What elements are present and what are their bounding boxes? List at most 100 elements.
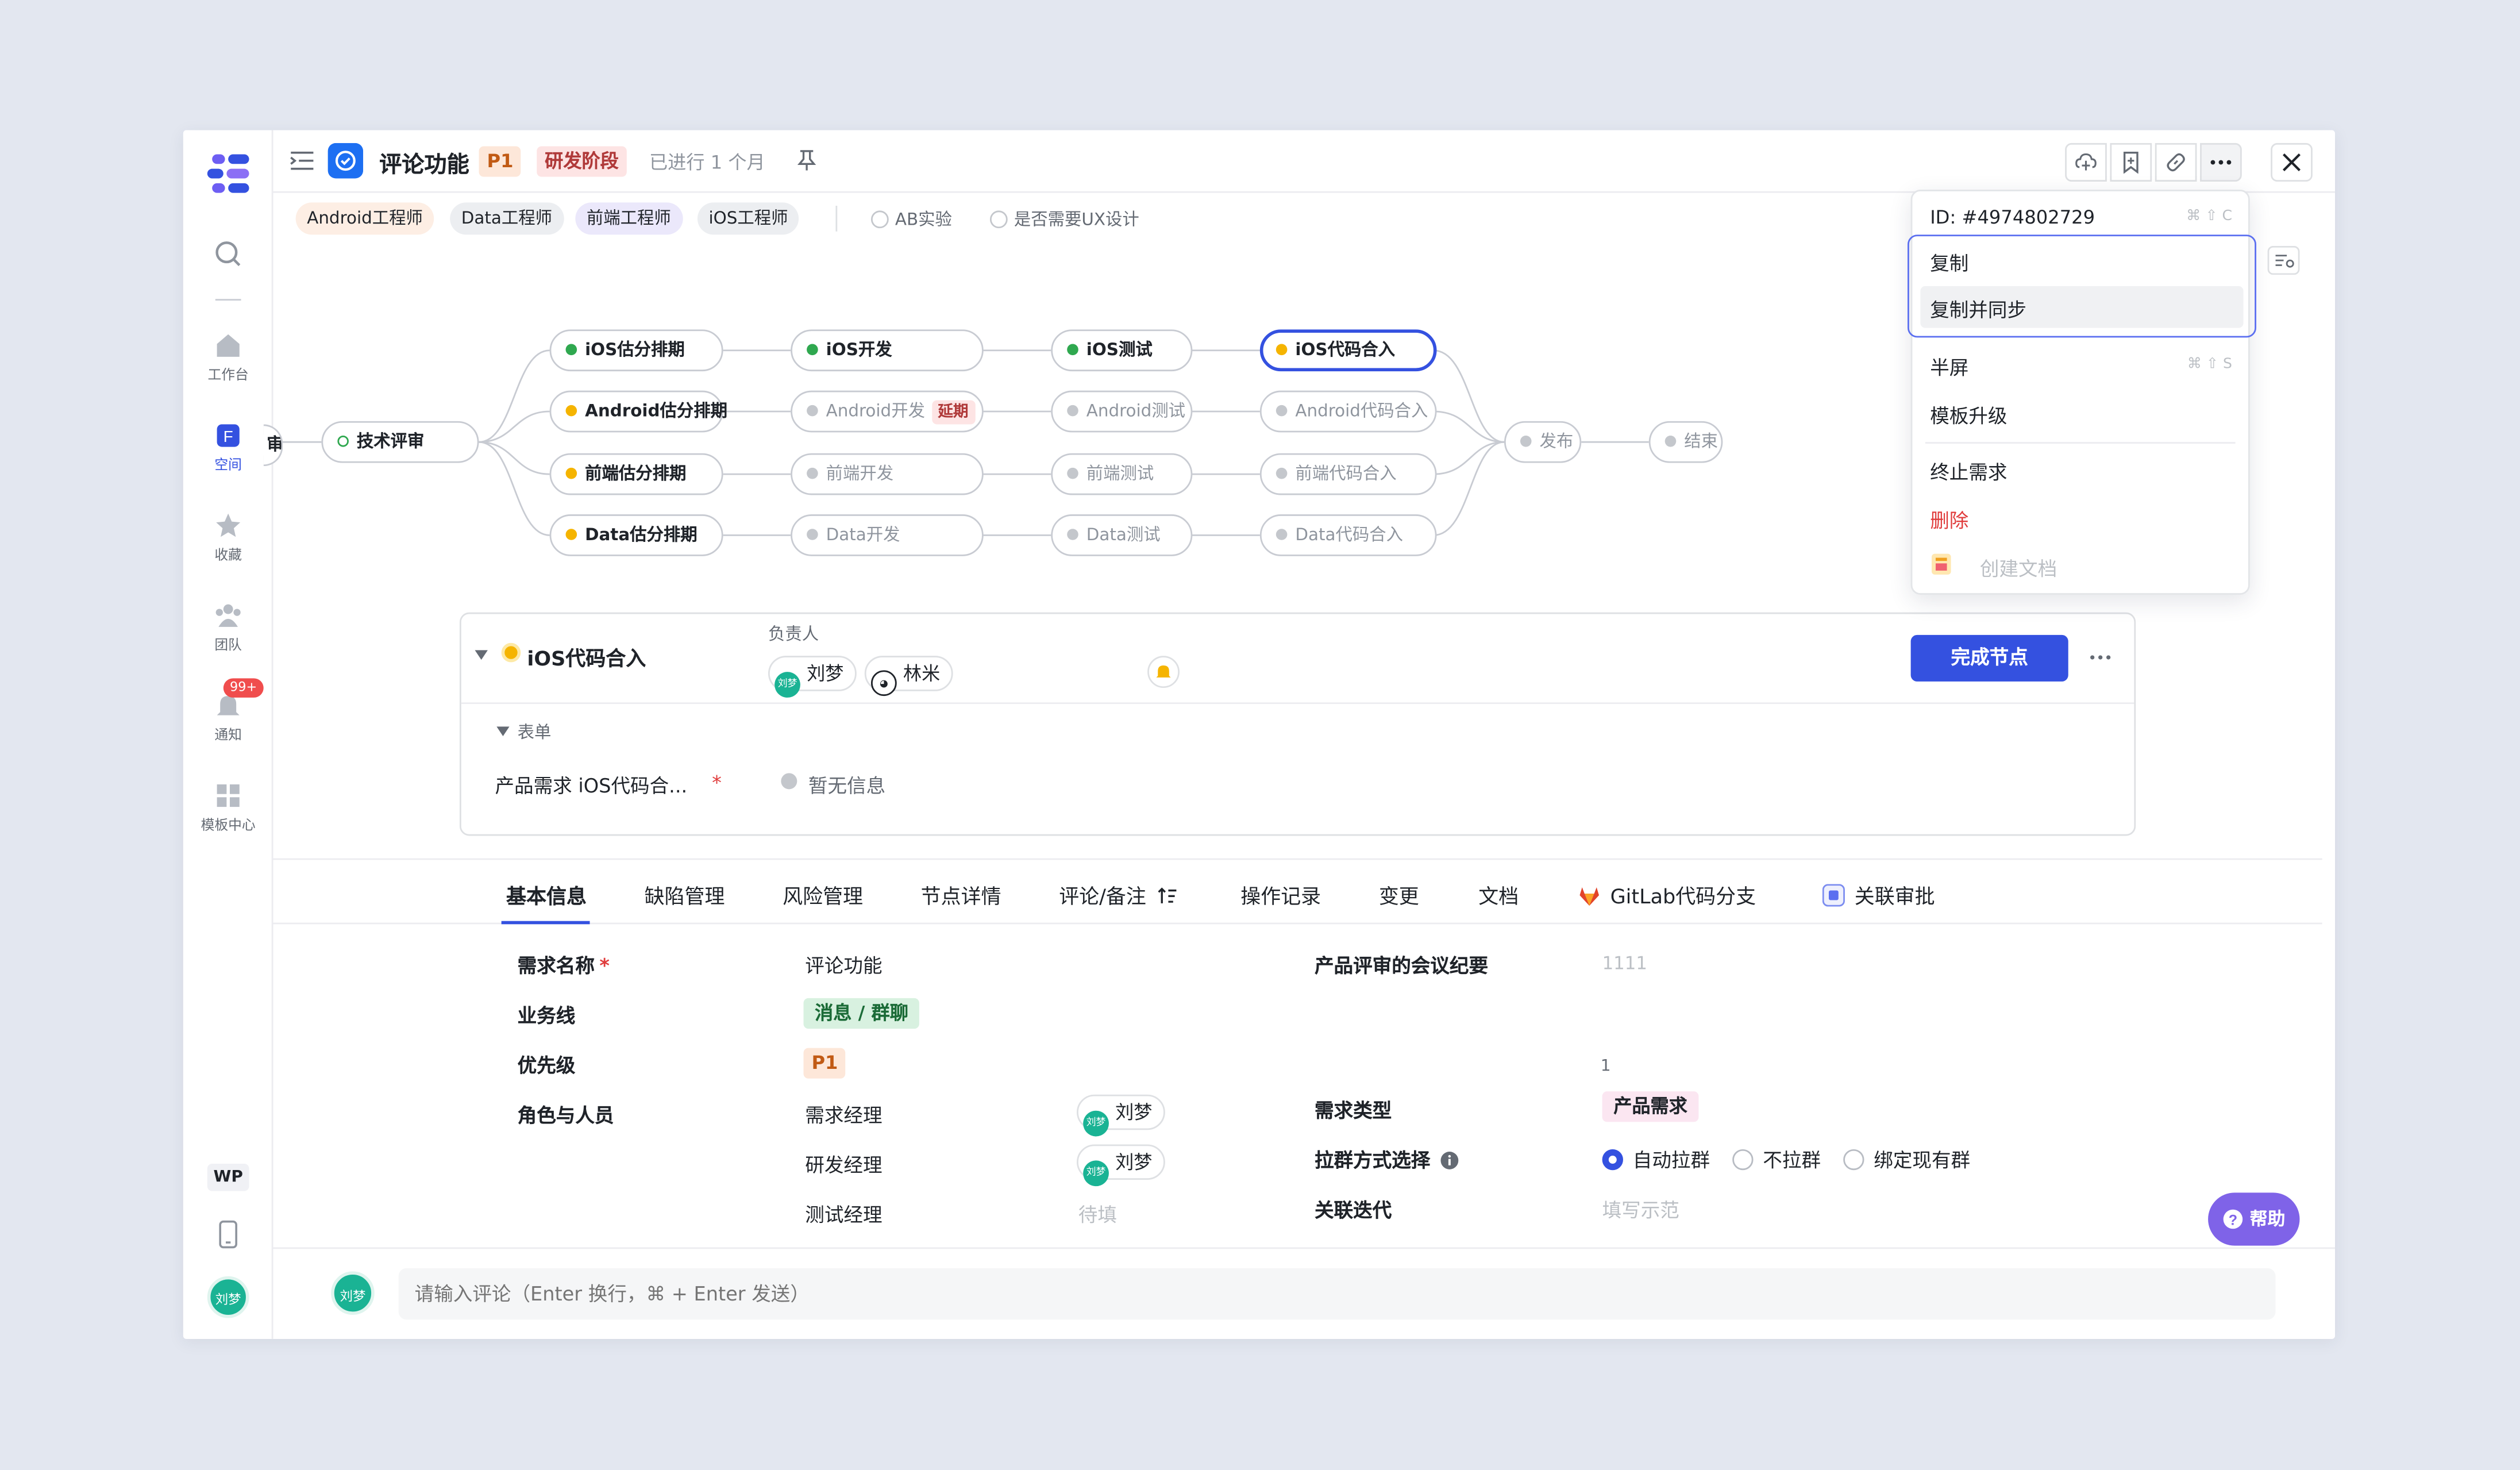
- tab-defects[interactable]: 缺陷管理: [645, 879, 725, 910]
- menu-item-id[interactable]: ID: #4974802729: [1930, 206, 2095, 228]
- sidebar-divider: [215, 299, 241, 301]
- role-chip-android[interactable]: Android工程师: [295, 202, 434, 235]
- flow-node-android-estimate[interactable]: Android估分排期: [549, 390, 727, 433]
- radio-unselected[interactable]: [1843, 1149, 1864, 1171]
- more-button[interactable]: [2200, 143, 2242, 182]
- tab-basic-info[interactable]: 基本信息: [506, 879, 587, 910]
- more-icon[interactable]: [2089, 654, 2111, 660]
- help-button[interactable]: ? 帮助: [2208, 1192, 2300, 1246]
- radio-unselected[interactable]: [1732, 1149, 1754, 1171]
- status-done-dot: [565, 344, 577, 356]
- ux-design-toggle[interactable]: 是否需要UX设计: [989, 207, 1139, 232]
- pin-icon[interactable]: [797, 149, 816, 172]
- collapse-caret-icon[interactable]: [474, 649, 488, 661]
- sidebar-item-notifications[interactable]: 99+ 通知: [183, 678, 273, 744]
- tab-operation-log[interactable]: 操作记录: [1240, 879, 1321, 910]
- sidebar-item-favorites[interactable]: 收藏: [183, 511, 273, 564]
- tab-node-details[interactable]: 节点详情: [921, 879, 1001, 910]
- dev-manager-chip[interactable]: 刘梦 刘梦: [1076, 1144, 1165, 1187]
- menu-item-delete[interactable]: 删除: [1930, 506, 1968, 534]
- flow-node-publish[interactable]: 发布: [1504, 421, 1582, 463]
- menu-item-copy-sync[interactable]: 复制并同步: [1930, 296, 2026, 324]
- info-icon[interactable]: [1440, 1151, 1459, 1171]
- tab-risks[interactable]: 风险管理: [783, 879, 863, 910]
- qa-manager-placeholder[interactable]: 待填: [1078, 1200, 1117, 1228]
- tab-gitlab[interactable]: GitLab代码分支: [1578, 879, 1756, 910]
- type-tag[interactable]: 产品需求: [1602, 1091, 1699, 1122]
- flow-node-data-test[interactable]: Data测试: [1051, 514, 1193, 556]
- priority-value-tag[interactable]: P1: [803, 1048, 846, 1079]
- tab-changes[interactable]: 变更: [1379, 879, 1419, 910]
- owner-chip[interactable]: 刘梦 刘梦: [768, 656, 857, 698]
- svg-text:F: F: [224, 428, 233, 445]
- status-pending-dot: [1520, 435, 1532, 447]
- tab-approvals[interactable]: 关联审批: [1822, 879, 1935, 910]
- menu-item-copy[interactable]: 复制: [1930, 249, 1968, 277]
- flow-node-data-merge[interactable]: Data代码合入: [1259, 514, 1437, 556]
- group-option-none[interactable]: 不拉群: [1732, 1146, 1821, 1173]
- flow-node-frontend-merge[interactable]: 前端代码合入: [1259, 453, 1437, 495]
- iteration-placeholder[interactable]: 填写示范: [1602, 1196, 1679, 1223]
- copy-link-button[interactable]: [2155, 143, 2197, 182]
- bookmark-button[interactable]: [2110, 143, 2152, 182]
- home-icon: [217, 334, 240, 357]
- flow-node-label: 前端代码合入: [1295, 464, 1397, 484]
- ab-test-radio[interactable]: [870, 210, 889, 229]
- remind-bell-icon[interactable]: [1147, 656, 1180, 688]
- flow-node-android-test[interactable]: Android测试: [1051, 390, 1193, 433]
- flow-node-frontend-test[interactable]: 前端测试: [1051, 453, 1193, 495]
- complete-node-button[interactable]: 完成节点: [1910, 634, 2068, 682]
- form-caret-icon[interactable]: [496, 726, 510, 737]
- tab-documents[interactable]: 文档: [1478, 879, 1519, 910]
- role-chip-ios[interactable]: iOS工程师: [697, 202, 800, 235]
- menu-item-template-upgrade[interactable]: 模板升级: [1930, 402, 2007, 429]
- menu-item-half-screen[interactable]: 半屏: [1930, 353, 1968, 381]
- radio-selected[interactable]: [1602, 1149, 1623, 1171]
- flow-node-frontend-dev[interactable]: 前端开发: [791, 453, 984, 495]
- flow-node-data-dev[interactable]: Data开发: [791, 514, 984, 556]
- sidebar-item-space[interactable]: F 空间: [183, 421, 273, 474]
- flow-node-ios-merge[interactable]: iOS代码合入: [1259, 329, 1437, 372]
- sidebar-item-workbench[interactable]: 工作台: [183, 331, 273, 384]
- role-chip-data[interactable]: Data工程师: [450, 202, 564, 235]
- flow-node-data-estimate[interactable]: Data估分排期: [549, 514, 723, 556]
- dev-manager-name: 刘梦: [1115, 1150, 1153, 1173]
- group-option-auto[interactable]: 自动拉群: [1602, 1146, 1710, 1173]
- status-pending-dot: [1067, 405, 1078, 417]
- mobile-icon[interactable]: [217, 1220, 240, 1249]
- add-doc-button[interactable]: [2065, 143, 2107, 182]
- menu-item-create-doc[interactable]: 创建文档: [1980, 555, 2057, 582]
- flow-node-android-dev[interactable]: Android开发 延期: [791, 390, 984, 433]
- meeting-minutes-value[interactable]: 1111: [1602, 953, 1647, 974]
- app-logo[interactable]: [206, 153, 251, 195]
- role-chip-frontend[interactable]: 前端工程师: [575, 202, 683, 235]
- field-value-name[interactable]: 评论功能: [805, 952, 882, 979]
- panel-filter-icon[interactable]: [2267, 245, 2300, 275]
- flow-node-end[interactable]: 结束: [1648, 421, 1723, 463]
- sidebar-item-templates[interactable]: 模板中心: [183, 781, 273, 834]
- business-line-tag[interactable]: 消息 / 群聊: [803, 998, 920, 1029]
- ux-design-radio[interactable]: [989, 210, 1008, 229]
- workspace-badge[interactable]: WP: [207, 1164, 249, 1191]
- comment-input[interactable]: [398, 1268, 2276, 1320]
- form-section-label: 表单: [517, 723, 552, 743]
- flow-node-tech-review[interactable]: 技术评审: [321, 421, 479, 463]
- pm-chip[interactable]: 刘梦 刘梦: [1076, 1094, 1165, 1137]
- close-button[interactable]: [2271, 143, 2313, 182]
- flow-node-frontend-estimate[interactable]: 前端估分排期: [549, 453, 723, 495]
- ab-test-toggle[interactable]: AB实验: [870, 207, 952, 232]
- flow-node-android-merge[interactable]: Android代码合入: [1259, 390, 1437, 433]
- sidebar-item-team[interactable]: 团队: [183, 601, 273, 654]
- menu-item-terminate[interactable]: 终止需求: [1930, 458, 2007, 486]
- flow-node-label: 前端测试: [1086, 464, 1154, 484]
- flow-node-ios-estimate[interactable]: iOS估分排期: [549, 329, 723, 372]
- owner-chip[interactable]: ◕ 林米: [864, 656, 953, 696]
- search-icon[interactable]: [214, 240, 242, 268]
- tab-comments[interactable]: 评论/备注: [1059, 879, 1178, 910]
- group-option-bind[interactable]: 绑定现有群: [1843, 1146, 1970, 1173]
- flow-node-ios-test[interactable]: iOS测试: [1051, 329, 1193, 372]
- collapse-sidebar-icon[interactable]: [289, 149, 315, 172]
- more-actions-menu: ID: #4974802729 ⌘ ⇧ C 复制 复制并同步 半屏 ⌘ ⇧ S …: [1908, 190, 2256, 595]
- user-avatar[interactable]: 刘梦: [207, 1276, 249, 1318]
- flow-node-ios-dev[interactable]: iOS开发: [791, 329, 984, 372]
